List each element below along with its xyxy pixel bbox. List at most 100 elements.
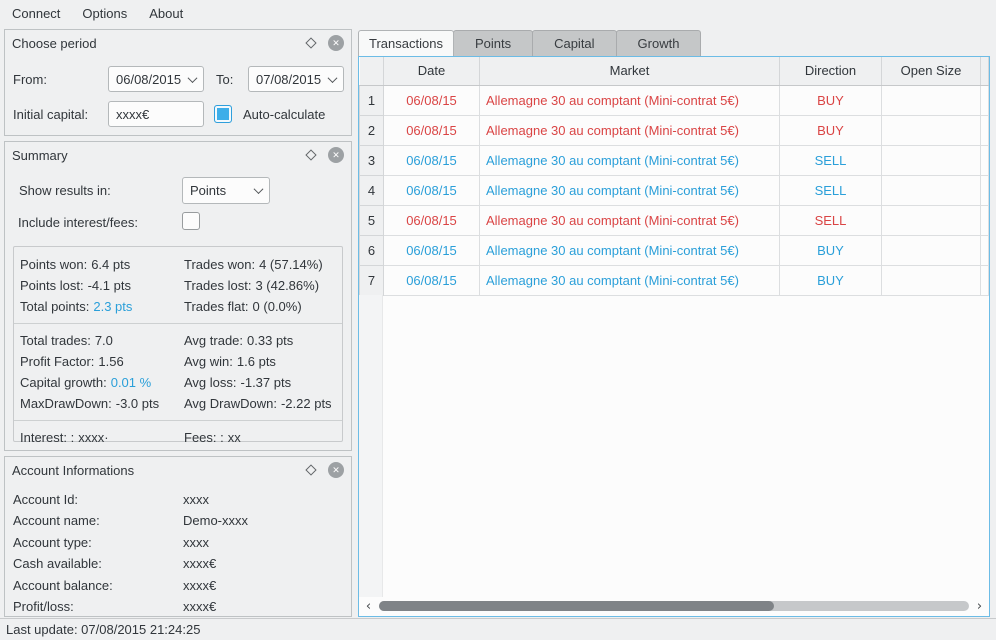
cell-extra [980, 204, 989, 236]
horizontal-scrollbar[interactable]: ‹ › [362, 599, 986, 613]
stat-label: Trades won: [184, 257, 256, 272]
account-field-label: Account Id: [13, 492, 79, 507]
cell-market[interactable]: Allemagne 30 au comptant (Mini-contrat 5… [479, 204, 780, 236]
scrollbar-thumb[interactable] [379, 601, 775, 611]
account-row: Cash available: xxxx€ [13, 553, 343, 574]
cell-open-size[interactable] [881, 204, 981, 236]
tab[interactable]: Transactions [358, 30, 454, 56]
stat-label: Total trades: [20, 333, 91, 348]
cell-open-size[interactable] [881, 144, 981, 176]
float-panel-icon[interactable] [305, 37, 317, 49]
column-header-direction[interactable]: Direction [779, 57, 882, 86]
close-panel-icon[interactable]: ✕ [328, 462, 344, 478]
panel-title: Choose period [12, 35, 97, 51]
cell-extra [980, 174, 989, 206]
account-field-value: xxxx€ [183, 599, 217, 615]
table-row[interactable]: 5 06/08/15 Allemagne 30 au comptant (Min… [359, 204, 989, 236]
column-header-date[interactable]: Date [383, 57, 480, 86]
stat-value: 1.56 [98, 354, 124, 369]
cell-market[interactable]: Allemagne 30 au comptant (Mini-contrat 5… [479, 84, 780, 116]
cell-market[interactable]: Allemagne 30 au comptant (Mini-contrat 5… [479, 144, 780, 176]
stat-left: Total trades: 7.0 [20, 330, 184, 351]
scroll-left-icon[interactable]: ‹ [362, 600, 375, 613]
float-panel-icon[interactable] [305, 149, 317, 161]
stat-value: 1.6 pts [236, 354, 276, 369]
cell-open-size[interactable] [881, 174, 981, 206]
column-header-open-size[interactable]: Open Size [881, 57, 981, 86]
tab[interactable]: Points [452, 30, 534, 56]
scrollbar-track[interactable] [379, 601, 969, 611]
cell-date[interactable]: 06/08/15 [383, 144, 480, 176]
cell-direction[interactable]: SELL [779, 174, 882, 206]
stat-label: Fees: : [184, 430, 224, 445]
account-field-value: xxxx€ [183, 556, 217, 572]
cell-date[interactable]: 06/08/15 [383, 264, 480, 296]
tab[interactable]: Capital [532, 30, 617, 56]
tab-bar: Transactions Points Capital Growth [358, 30, 702, 56]
stat-value: -3.0 pts [115, 396, 160, 411]
stat-value: 4 (57.14%) [259, 257, 323, 272]
cell-date[interactable]: 06/08/15 [383, 174, 480, 206]
initial-capital-input[interactable] [108, 101, 204, 127]
table-row[interactable]: 7 06/08/15 Allemagne 30 au comptant (Min… [359, 264, 989, 296]
cell-extra [980, 144, 989, 176]
menu-item[interactable]: Options [71, 1, 138, 26]
cell-market[interactable]: Allemagne 30 au comptant (Mini-contrat 5… [479, 114, 780, 146]
from-date-select[interactable]: 06/08/2015 [108, 66, 204, 92]
stat-label: Interest: : [20, 430, 75, 445]
account-field-label: Account type: [13, 534, 92, 550]
cell-direction[interactable]: SELL [779, 144, 882, 176]
choose-period-panel: Choose period ✕ From: 06/08/2015 To: 07/… [4, 29, 352, 136]
cell-direction[interactable]: BUY [779, 114, 882, 146]
column-header-market[interactable]: Market [479, 57, 780, 86]
transactions-table: Date Market Direction Open Size 1 06/08/… [358, 56, 990, 617]
table-row[interactable]: 4 06/08/15 Allemagne 30 au comptant (Min… [359, 174, 989, 206]
summary-titlebar: Summary ✕ [5, 142, 351, 166]
stat-row: MaxDrawDown: -3.0 pts Avg DrawDown: -2.22 … [14, 393, 342, 414]
table-row[interactable]: 3 06/08/15 Allemagne 30 au comptant (Min… [359, 144, 989, 176]
cell-direction[interactable]: BUY [779, 264, 882, 296]
cell-open-size[interactable] [881, 84, 981, 116]
cell-date[interactable]: 06/08/15 [383, 204, 480, 236]
include-fees-checkbox[interactable] [182, 212, 200, 230]
account-row: Account type: xxxx [13, 532, 343, 553]
tab[interactable]: Growth [615, 30, 702, 56]
account-field-label: Profit/loss: [13, 599, 74, 615]
table-row[interactable]: 6 06/08/15 Allemagne 30 au comptant (Min… [359, 234, 989, 266]
period-row: From: 06/08/2015 To: 07/08/2015 [13, 66, 345, 92]
initial-capital-label: Initial capital: [13, 106, 89, 122]
cell-market[interactable]: Allemagne 30 au comptant (Mini-contrat 5… [479, 174, 780, 206]
cell-date[interactable]: 06/08/15 [383, 84, 480, 116]
menu-item[interactable]: About [138, 1, 194, 26]
account-row: Profit/loss: xxxx€ [13, 596, 343, 617]
cell-open-size[interactable] [881, 264, 981, 296]
menu-item[interactable]: Connect [1, 1, 71, 26]
table-row[interactable]: 2 06/08/15 Allemagne 30 au comptant (Min… [359, 114, 989, 146]
cell-date[interactable]: 06/08/15 [383, 234, 480, 266]
close-panel-icon[interactable]: ✕ [328, 35, 344, 51]
cell-market[interactable]: Allemagne 30 au comptant (Mini-contrat 5… [479, 264, 780, 296]
stat-label: Avg win: [184, 354, 233, 369]
cell-direction[interactable]: SELL [779, 204, 882, 236]
cell-direction[interactable]: BUY [779, 84, 882, 116]
stat-value: 0 (0.0%) [252, 299, 302, 314]
close-panel-icon[interactable]: ✕ [328, 147, 344, 163]
to-date-select[interactable]: 07/08/2015 [248, 66, 344, 92]
account-field-label: Cash available: [13, 556, 102, 572]
stat-label: Total points: [20, 299, 90, 314]
table-row[interactable]: 1 06/08/15 Allemagne 30 au comptant (Min… [359, 84, 989, 116]
account-row: Account balance: xxxx€ [13, 575, 343, 596]
float-panel-icon[interactable] [305, 464, 317, 476]
stat-value: xx [227, 430, 241, 445]
show-results-select[interactable]: Points [182, 177, 270, 204]
cell-date[interactable]: 06/08/15 [383, 114, 480, 146]
cell-direction[interactable]: BUY [779, 234, 882, 266]
cell-open-size[interactable] [881, 114, 981, 146]
scroll-right-icon[interactable]: › [973, 600, 986, 613]
from-date-value: 06/08/2015 [116, 71, 182, 87]
cell-market[interactable]: Allemagne 30 au comptant (Mini-contrat 5… [479, 234, 780, 266]
stat-right: Avg DrawDown: -2.22 pts [184, 393, 336, 414]
stat-label: Points won: [20, 257, 88, 272]
cell-open-size[interactable] [881, 234, 981, 266]
auto-calculate-checkbox[interactable] [214, 105, 232, 123]
